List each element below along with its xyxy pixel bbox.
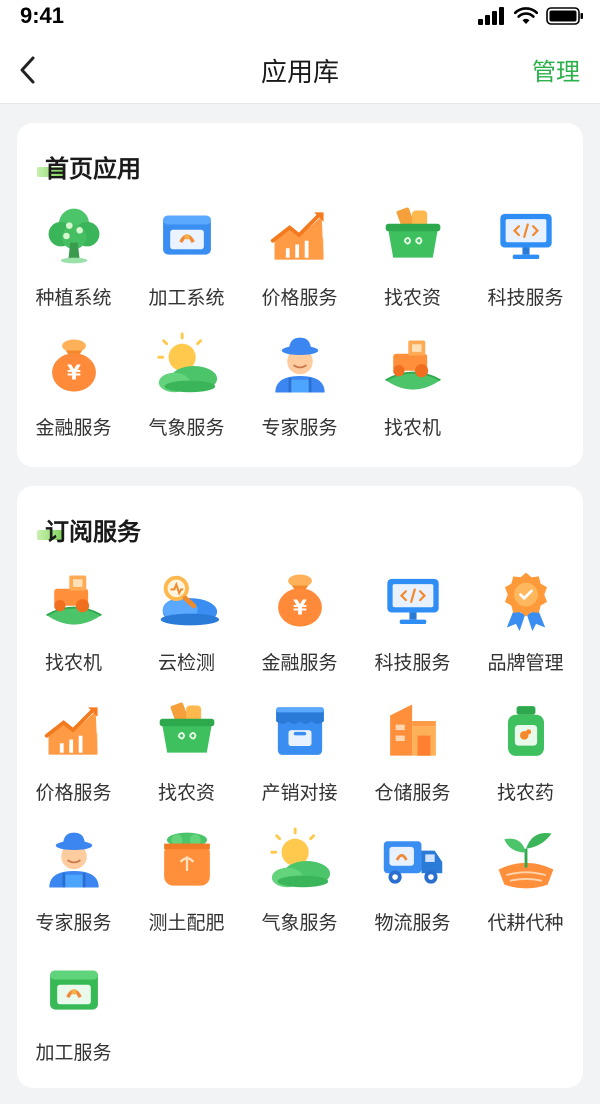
app-label: 找农资 <box>383 287 441 309</box>
app-label: 加工服务 <box>35 1042 112 1064</box>
subscribed-services-section: 订阅服务 找农机 云检测 ¥ 金融服务 科技服务 品牌管理 价格服务 找农资 产销对接 仓储服务找… <box>17 486 583 1088</box>
app-label: 价格服务 <box>261 287 338 309</box>
app-label: 云检测 <box>157 652 215 674</box>
battery-icon <box>546 7 583 25</box>
app-label: 科技服务 <box>374 652 451 674</box>
app-label: 金融服务 <box>35 417 112 439</box>
app-item[interactable]: 价格服务 <box>17 696 130 826</box>
sprout-icon <box>491 826 561 896</box>
app-item[interactable]: 加工服务 <box>17 956 130 1086</box>
money-bag-icon: ¥ <box>265 566 335 636</box>
basket-icon <box>152 696 222 766</box>
tree-icon <box>39 201 109 271</box>
tractor-icon <box>378 331 448 401</box>
warehouse-icon <box>378 696 448 766</box>
app-label: 物流服务 <box>374 912 451 934</box>
processing-box-icon <box>152 201 222 271</box>
app-label: 专家服务 <box>35 912 112 934</box>
app-label: 仓储服务 <box>374 782 451 804</box>
app-label: 产销对接 <box>261 782 338 804</box>
processing-box-green-icon <box>39 956 109 1026</box>
price-trend-icon <box>39 696 109 766</box>
app-item[interactable]: 测土配肥 <box>130 826 243 956</box>
page-title: 应用库 <box>260 58 339 88</box>
weather-icon <box>152 331 222 401</box>
badge-icon <box>491 566 561 636</box>
farmer-icon <box>39 826 109 896</box>
money-bag-icon: ¥ <box>39 331 109 401</box>
app-label: 代耕代种 <box>487 912 564 934</box>
app-label: 测土配肥 <box>148 912 225 934</box>
app-item[interactable]: 找农机 <box>17 566 130 696</box>
app-item[interactable]: 云检测 <box>130 566 243 696</box>
home-apps-section: 首页应用 种植系统 加工系统 价格服务 找农资 科技服务 ¥ 金融服务 气象服务 专家服务 找农机 <box>17 123 583 467</box>
pesticide-jar-icon <box>491 696 561 766</box>
price-trend-icon <box>265 201 335 271</box>
weather-icon <box>265 826 335 896</box>
app-item[interactable]: 科技服务 <box>356 566 469 696</box>
app-item[interactable]: 专家服务 <box>17 826 130 956</box>
signal-icon <box>478 7 504 25</box>
app-item[interactable]: 找农资 <box>130 696 243 826</box>
app-label: 价格服务 <box>35 782 112 804</box>
app-label: 找农药 <box>496 782 554 804</box>
app-item[interactable]: 加工系统 <box>130 201 243 331</box>
app-label: 品牌管理 <box>487 652 564 674</box>
app-item[interactable]: 专家服务 <box>243 331 356 461</box>
app-label: 找农资 <box>157 782 215 804</box>
app-label: 专家服务 <box>261 417 338 439</box>
app-grid: 找农机 云检测 ¥ 金融服务 科技服务 品牌管理价格服务 找农资 产销对接 仓储服务 找农药专家服… <box>17 566 583 1086</box>
svg-text:¥: ¥ <box>67 361 81 385</box>
navigation-bar: 应用库 管理 <box>0 36 600 104</box>
app-item[interactable]: 找农机 <box>356 331 469 461</box>
monitor-code-icon <box>491 201 561 271</box>
app-item[interactable]: 科技服务 <box>469 201 582 331</box>
truck-icon <box>378 826 448 896</box>
app-label: 金融服务 <box>261 652 338 674</box>
svg-text:¥: ¥ <box>293 596 307 620</box>
status-bar: 9:41 <box>0 0 600 36</box>
fertilizer-sack-icon <box>152 826 222 896</box>
app-item[interactable]: 品牌管理 <box>469 566 582 696</box>
app-label: 气象服务 <box>148 417 225 439</box>
manage-button[interactable]: 管理 <box>532 52 580 87</box>
section-title: 订阅服务 <box>45 518 141 546</box>
app-item[interactable]: 产销对接 <box>243 696 356 826</box>
monitor-code-icon <box>378 566 448 636</box>
app-item[interactable]: 找农资 <box>356 201 469 331</box>
app-item[interactable]: 价格服务 <box>243 201 356 331</box>
app-label: 找农机 <box>44 652 102 674</box>
app-item[interactable]: 代耕代种 <box>469 826 582 956</box>
app-item[interactable]: ¥ 金融服务 <box>243 566 356 696</box>
app-label: 科技服务 <box>487 287 564 309</box>
app-item[interactable]: 气象服务 <box>243 826 356 956</box>
store-icon <box>265 696 335 766</box>
status-time: 9:41 <box>20 3 65 28</box>
cloud-search-icon <box>152 566 222 636</box>
tractor-icon <box>39 566 109 636</box>
wifi-icon <box>514 7 538 24</box>
basket-icon <box>378 201 448 271</box>
app-item[interactable]: 物流服务 <box>356 826 469 956</box>
app-item[interactable]: 气象服务 <box>130 331 243 461</box>
app-label: 找农机 <box>383 417 441 439</box>
app-label: 种植系统 <box>35 287 112 309</box>
section-title: 首页应用 <box>45 155 141 183</box>
app-item[interactable]: 仓储服务 <box>356 696 469 826</box>
app-item[interactable]: 种植系统 <box>17 201 130 331</box>
app-label: 加工系统 <box>148 287 225 309</box>
app-item[interactable]: 找农药 <box>469 696 582 826</box>
app-label: 气象服务 <box>261 912 338 934</box>
app-item[interactable]: ¥ 金融服务 <box>17 331 130 461</box>
status-icons <box>478 7 584 25</box>
farmer-icon <box>265 331 335 401</box>
app-grid: 种植系统 加工系统 价格服务 找农资 科技服务 ¥ 金融服务 气象服务 专家服务 找农机 <box>17 201 583 461</box>
